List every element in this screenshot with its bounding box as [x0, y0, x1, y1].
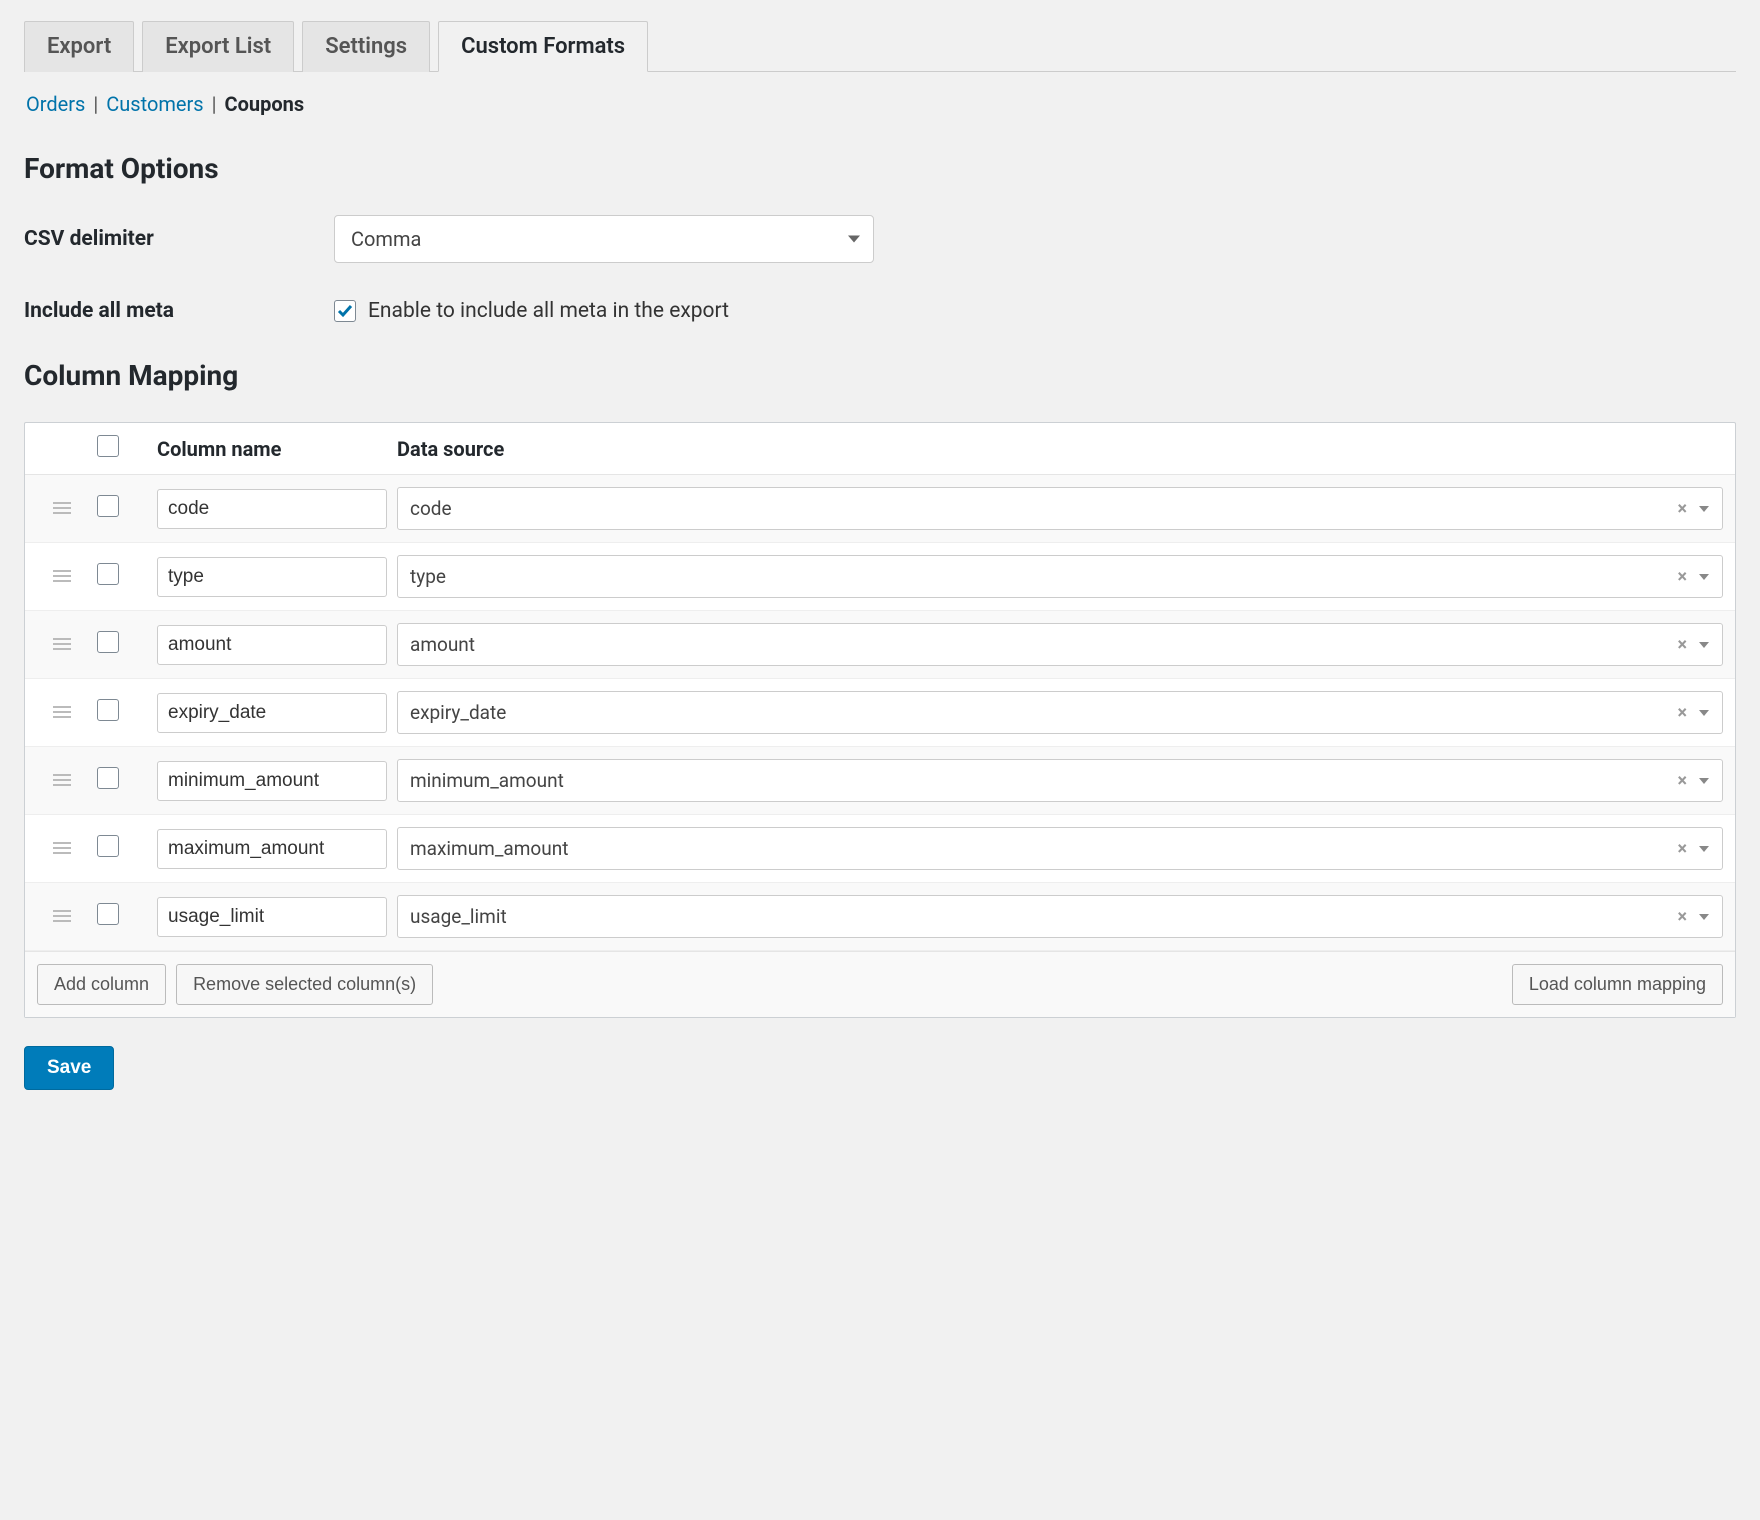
tab-custom-formats[interactable]: Custom Formats [438, 21, 648, 72]
table-row: maximum_amount × [25, 815, 1735, 883]
save-button[interactable]: Save [24, 1046, 114, 1090]
data-source-value: type [397, 555, 1723, 598]
column-name-input[interactable] [157, 761, 387, 801]
column-mapping-table: Column name Data source code × type × [24, 422, 1736, 1018]
include-meta-label: Include all meta [24, 299, 334, 323]
data-source-select[interactable]: code × [397, 487, 1723, 530]
drag-handle-icon[interactable] [37, 769, 87, 793]
drag-handle-icon[interactable] [37, 633, 87, 657]
row-checkbox[interactable] [97, 495, 119, 517]
data-source-select[interactable]: minimum_amount × [397, 759, 1723, 802]
data-source-value: maximum_amount [397, 827, 1723, 870]
main-tabs: Export Export List Settings Custom Forma… [24, 0, 1736, 72]
row-checkbox[interactable] [97, 631, 119, 653]
data-source-value: usage_limit [397, 895, 1723, 938]
drag-handle-icon[interactable] [37, 497, 87, 521]
column-name-input[interactable] [157, 693, 387, 733]
subnav-separator: | [212, 92, 217, 116]
row-checkbox[interactable] [97, 835, 119, 857]
row-checkbox[interactable] [97, 903, 119, 925]
csv-delimiter-select[interactable]: Comma [334, 215, 874, 263]
remove-selected-button[interactable]: Remove selected column(s) [176, 964, 433, 1005]
include-meta-option-label: Enable to include all meta in the export [368, 299, 729, 323]
table-row: amount × [25, 611, 1735, 679]
data-source-select[interactable]: type × [397, 555, 1723, 598]
table-row: minimum_amount × [25, 747, 1735, 815]
column-mapping-heading: Column Mapping [24, 359, 1736, 392]
chevron-down-icon [1699, 710, 1709, 716]
data-source-select[interactable]: usage_limit × [397, 895, 1723, 938]
tab-export[interactable]: Export [24, 21, 134, 72]
row-checkbox[interactable] [97, 563, 119, 585]
chevron-down-icon [1699, 846, 1709, 852]
clear-icon[interactable]: × [1677, 566, 1687, 587]
data-source-header: Data source [397, 437, 1723, 461]
clear-icon[interactable]: × [1677, 770, 1687, 791]
column-name-header: Column name [157, 437, 387, 461]
drag-handle-icon[interactable] [37, 701, 87, 725]
chevron-down-icon [1699, 506, 1709, 512]
column-name-input[interactable] [157, 625, 387, 665]
add-column-button[interactable]: Add column [37, 964, 166, 1005]
clear-icon[interactable]: × [1677, 634, 1687, 655]
subnav-orders[interactable]: Orders [26, 92, 85, 116]
table-row: code × [25, 475, 1735, 543]
include-meta-checkbox[interactable] [334, 300, 356, 322]
select-all-checkbox[interactable] [97, 435, 119, 457]
data-source-value: code [397, 487, 1723, 530]
clear-icon[interactable]: × [1677, 498, 1687, 519]
tab-settings[interactable]: Settings [302, 21, 430, 72]
row-checkbox[interactable] [97, 767, 119, 789]
chevron-down-icon [848, 236, 860, 243]
chevron-down-icon [1699, 778, 1709, 784]
load-mapping-button[interactable]: Load column mapping [1512, 964, 1723, 1005]
data-source-select[interactable]: amount × [397, 623, 1723, 666]
tab-export-list[interactable]: Export List [142, 21, 294, 72]
clear-icon[interactable]: × [1677, 702, 1687, 723]
data-source-select[interactable]: expiry_date × [397, 691, 1723, 734]
csv-delimiter-label: CSV delimiter [24, 227, 334, 251]
column-name-input[interactable] [157, 829, 387, 869]
subnav-separator: | [93, 92, 98, 116]
column-name-input[interactable] [157, 897, 387, 937]
row-checkbox[interactable] [97, 699, 119, 721]
format-options-heading: Format Options [24, 152, 1736, 185]
subnav-coupons: Coupons [225, 92, 305, 116]
drag-handle-icon[interactable] [37, 837, 87, 861]
table-row: expiry_date × [25, 679, 1735, 747]
sub-nav: Orders | Customers | Coupons [24, 72, 1736, 126]
clear-icon[interactable]: × [1677, 906, 1687, 927]
drag-handle-icon[interactable] [37, 905, 87, 929]
table-row: usage_limit × [25, 883, 1735, 951]
chevron-down-icon [1699, 642, 1709, 648]
csv-delimiter-value: Comma [334, 215, 874, 263]
drag-handle-icon[interactable] [37, 565, 87, 589]
subnav-customers[interactable]: Customers [106, 92, 203, 116]
chevron-down-icon [1699, 574, 1709, 580]
data-source-value: amount [397, 623, 1723, 666]
clear-icon[interactable]: × [1677, 838, 1687, 859]
data-source-value: minimum_amount [397, 759, 1723, 802]
column-name-input[interactable] [157, 489, 387, 529]
chevron-down-icon [1699, 914, 1709, 920]
data-source-value: expiry_date [397, 691, 1723, 734]
data-source-select[interactable]: maximum_amount × [397, 827, 1723, 870]
table-row: type × [25, 543, 1735, 611]
column-name-input[interactable] [157, 557, 387, 597]
